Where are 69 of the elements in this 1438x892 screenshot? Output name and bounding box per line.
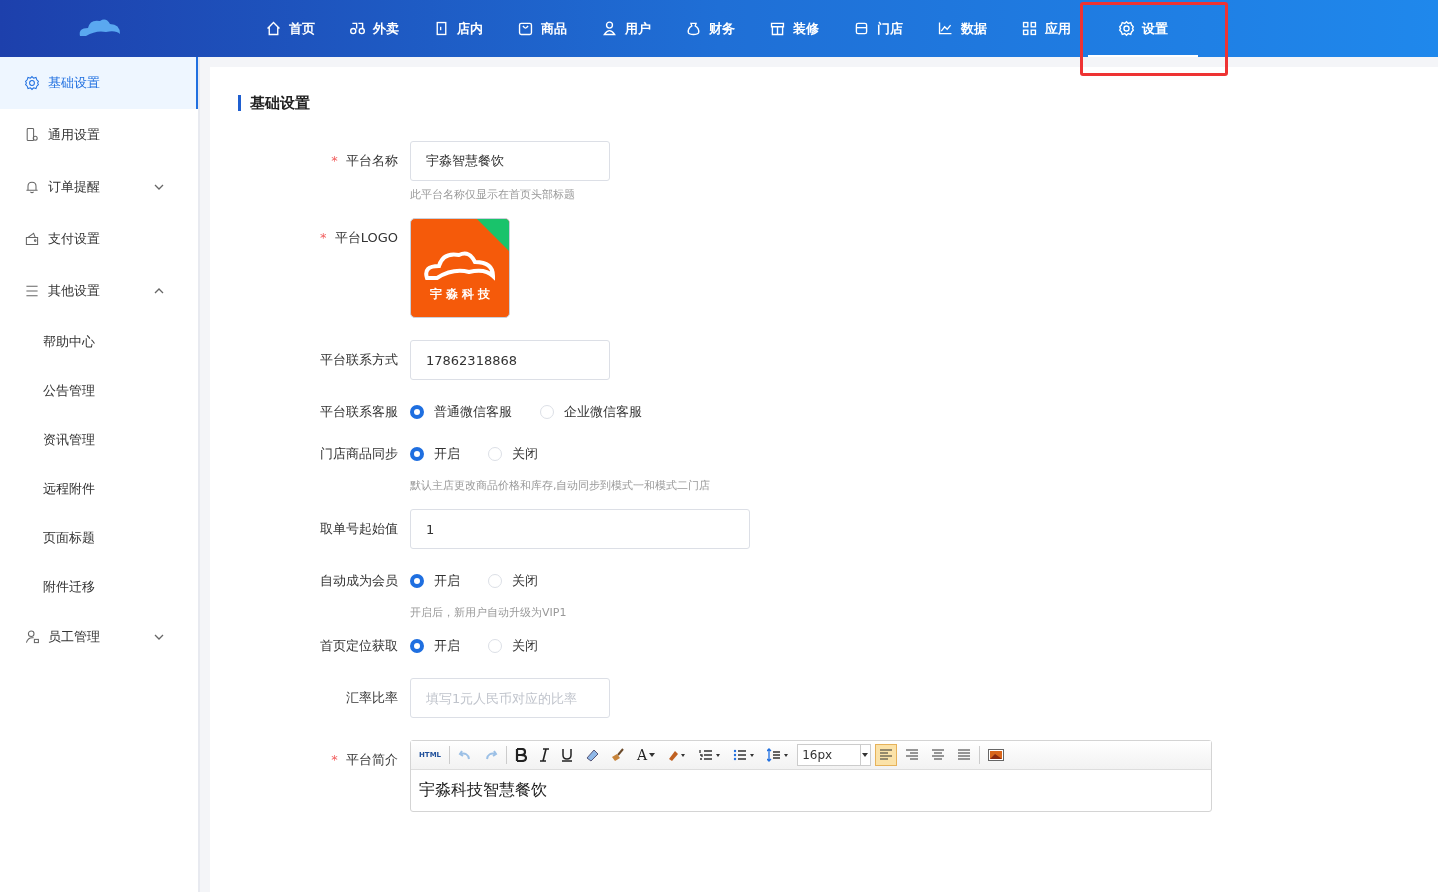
settings-icon [1118, 20, 1135, 37]
sidebar-item[interactable]: 基础设置 [0, 57, 198, 109]
menu-icon [24, 283, 40, 299]
nav-tab[interactable]: 财务 [668, 0, 752, 57]
nav-tab[interactable]: 商品 [500, 0, 584, 57]
field-label: 平台LOGO [334, 230, 398, 245]
field-label: 平台联系方式 [320, 352, 398, 367]
wallet-icon [24, 231, 40, 247]
radio-button[interactable] [410, 639, 424, 653]
font-color-button[interactable]: A [633, 744, 660, 766]
field-label: 汇率比率 [346, 690, 398, 705]
font-size-dropdown[interactable]: 16px [797, 744, 872, 766]
field-label: 取单号起始值 [320, 521, 398, 536]
line-chart-icon [937, 20, 954, 37]
radio-option[interactable]: 开启 [410, 445, 460, 463]
radio-option[interactable]: 开启 [410, 637, 460, 655]
radio-option[interactable]: 企业微信客服 [540, 403, 642, 421]
required-asterisk: * [331, 153, 338, 168]
required-asterisk: * [331, 752, 338, 767]
nav-tab[interactable]: 应用 [1004, 0, 1088, 57]
field-label: 平台简介 [346, 752, 398, 767]
user-lock-icon [24, 629, 40, 645]
nav-tab[interactable]: 首页 [248, 0, 332, 57]
radio-option[interactable]: 关闭 [488, 637, 538, 655]
nav-tab[interactable]: 外卖 [332, 0, 416, 57]
phone-icon [24, 127, 40, 143]
field-hint: 默认主店更改商品价格和库存,自动同步到模式一和模式二门店 [410, 478, 711, 493]
user-icon [601, 20, 618, 37]
storefront-icon [769, 20, 786, 37]
selected-corner-icon [477, 219, 509, 251]
caret-icon [860, 745, 871, 765]
radio-option[interactable]: 普通微信客服 [410, 403, 512, 421]
settings-icon [24, 75, 40, 91]
section-title: 基础设置 [238, 95, 1438, 111]
nav-tab[interactable]: 用户 [584, 0, 668, 57]
nav-tab[interactable]: 门店 [836, 0, 920, 57]
home-icon [265, 20, 282, 37]
radio-button[interactable] [410, 405, 424, 419]
field-hint: 此平台名称仅显示在首页头部标题 [410, 187, 576, 202]
align-left-icon[interactable] [875, 744, 898, 766]
input-field[interactable]: 17862318868 [410, 340, 610, 380]
field-label: 门店商品同步 [320, 446, 398, 461]
bell-icon [24, 179, 40, 195]
editor-content[interactable]: 宇淼科技智慧餐饮 [411, 770, 1211, 811]
nav-tab[interactable]: 店内 [416, 0, 500, 57]
radio-option[interactable]: 开启 [410, 572, 460, 590]
caret-icon [649, 753, 656, 757]
radio-button[interactable] [410, 447, 424, 461]
field-label: 平台名称 [346, 153, 398, 168]
nav-tab[interactable]: 设置 [1088, 0, 1198, 57]
nav-tab[interactable]: 数据 [920, 0, 1004, 57]
bag-icon [517, 20, 534, 37]
input-field[interactable]: 1 [410, 509, 750, 549]
input-field[interactable]: 宇淼智慧餐饮 [410, 141, 610, 181]
logo-text: 宇 淼 科 技 [429, 285, 491, 303]
radio-option[interactable]: 关闭 [488, 445, 538, 463]
grid-icon [1021, 20, 1038, 37]
store-icon [853, 20, 870, 37]
field-label: 自动成为会员 [320, 573, 398, 588]
radio-button[interactable] [410, 574, 424, 588]
field-label: 首页定位获取 [320, 638, 398, 653]
field-hint: 开启后，新用户自动升级为VIP1 [410, 605, 567, 620]
radio-option[interactable]: 关闭 [488, 572, 538, 590]
scooter-icon [349, 20, 366, 37]
required-asterisk: * [320, 230, 327, 245]
money-bag-icon [685, 20, 702, 37]
input-field[interactable]: 填写1元人民币对应的比率 [410, 678, 610, 718]
field-label: 平台联系客服 [320, 404, 398, 419]
nav-tab[interactable]: 装修 [752, 0, 836, 57]
